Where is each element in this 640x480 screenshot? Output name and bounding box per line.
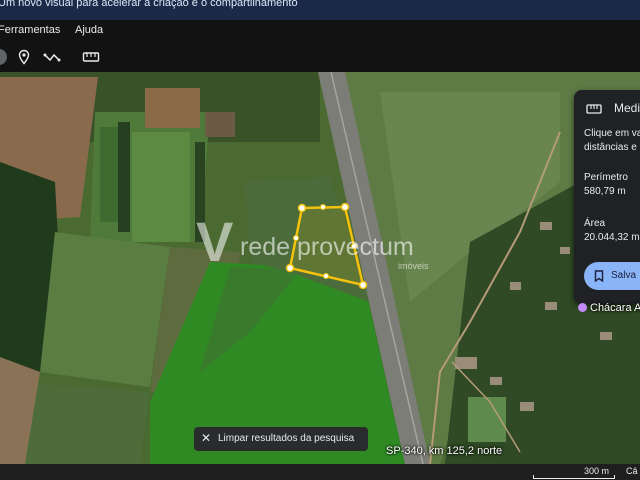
pin-icon[interactable]	[13, 46, 35, 68]
watermark-brand: rede provectum	[240, 233, 414, 261]
perimeter-value: 580,79 m	[584, 186, 626, 197]
toolbar	[0, 42, 640, 72]
road-label: SP-340, km 125,2 norte	[386, 445, 503, 457]
area-value: 20.044,32 m	[584, 232, 640, 243]
scale-bar: 300 m Câ	[0, 464, 640, 480]
save-button[interactable]: Salva	[584, 262, 640, 290]
scale-right-text: Câ	[626, 466, 638, 476]
measure-panel: Medi Clique em va distâncias e Perímetro…	[574, 90, 640, 304]
partial-button-icon[interactable]	[0, 46, 10, 68]
save-label: Salva	[611, 270, 637, 281]
menu-ajuda[interactable]: Ajuda	[75, 24, 103, 36]
banner-text: Um novo visual para acelerar a criação e…	[0, 0, 298, 9]
path-icon[interactable]	[41, 46, 63, 68]
menu-ferramentas[interactable]: Ferramentas	[0, 24, 60, 36]
scale-line	[533, 475, 615, 479]
clear-search-label: Limpar resultados da pesquisa	[218, 433, 355, 444]
watermark: V rede provectum imóveis	[196, 209, 446, 276]
panel-title: Medi	[614, 101, 640, 115]
watermark-sub: imóveis	[398, 261, 429, 271]
place-pin-icon	[578, 303, 587, 312]
place-label-icon-row[interactable]: Chácara Andr	[578, 302, 640, 314]
place-label: Chácara Andr	[590, 302, 640, 314]
clear-search-chip[interactable]: ✕ Limpar resultados da pesquisa	[194, 427, 368, 451]
update-banner: Um novo visual para acelerar a criação e…	[0, 0, 640, 20]
panel-desc-line2: distâncias e	[584, 142, 637, 153]
ruler-icon[interactable]	[80, 46, 102, 68]
ruler-icon	[586, 102, 602, 120]
perimeter-label: Perímetro	[584, 172, 628, 183]
panel-desc-line1: Clique em va	[584, 128, 640, 139]
svg-text:V: V	[196, 210, 233, 271]
close-icon[interactable]: ✕	[201, 431, 211, 445]
area-label: Área	[584, 218, 606, 229]
menu-bar: Ferramentas Ajuda	[0, 20, 640, 42]
bookmark-icon	[594, 270, 604, 285]
